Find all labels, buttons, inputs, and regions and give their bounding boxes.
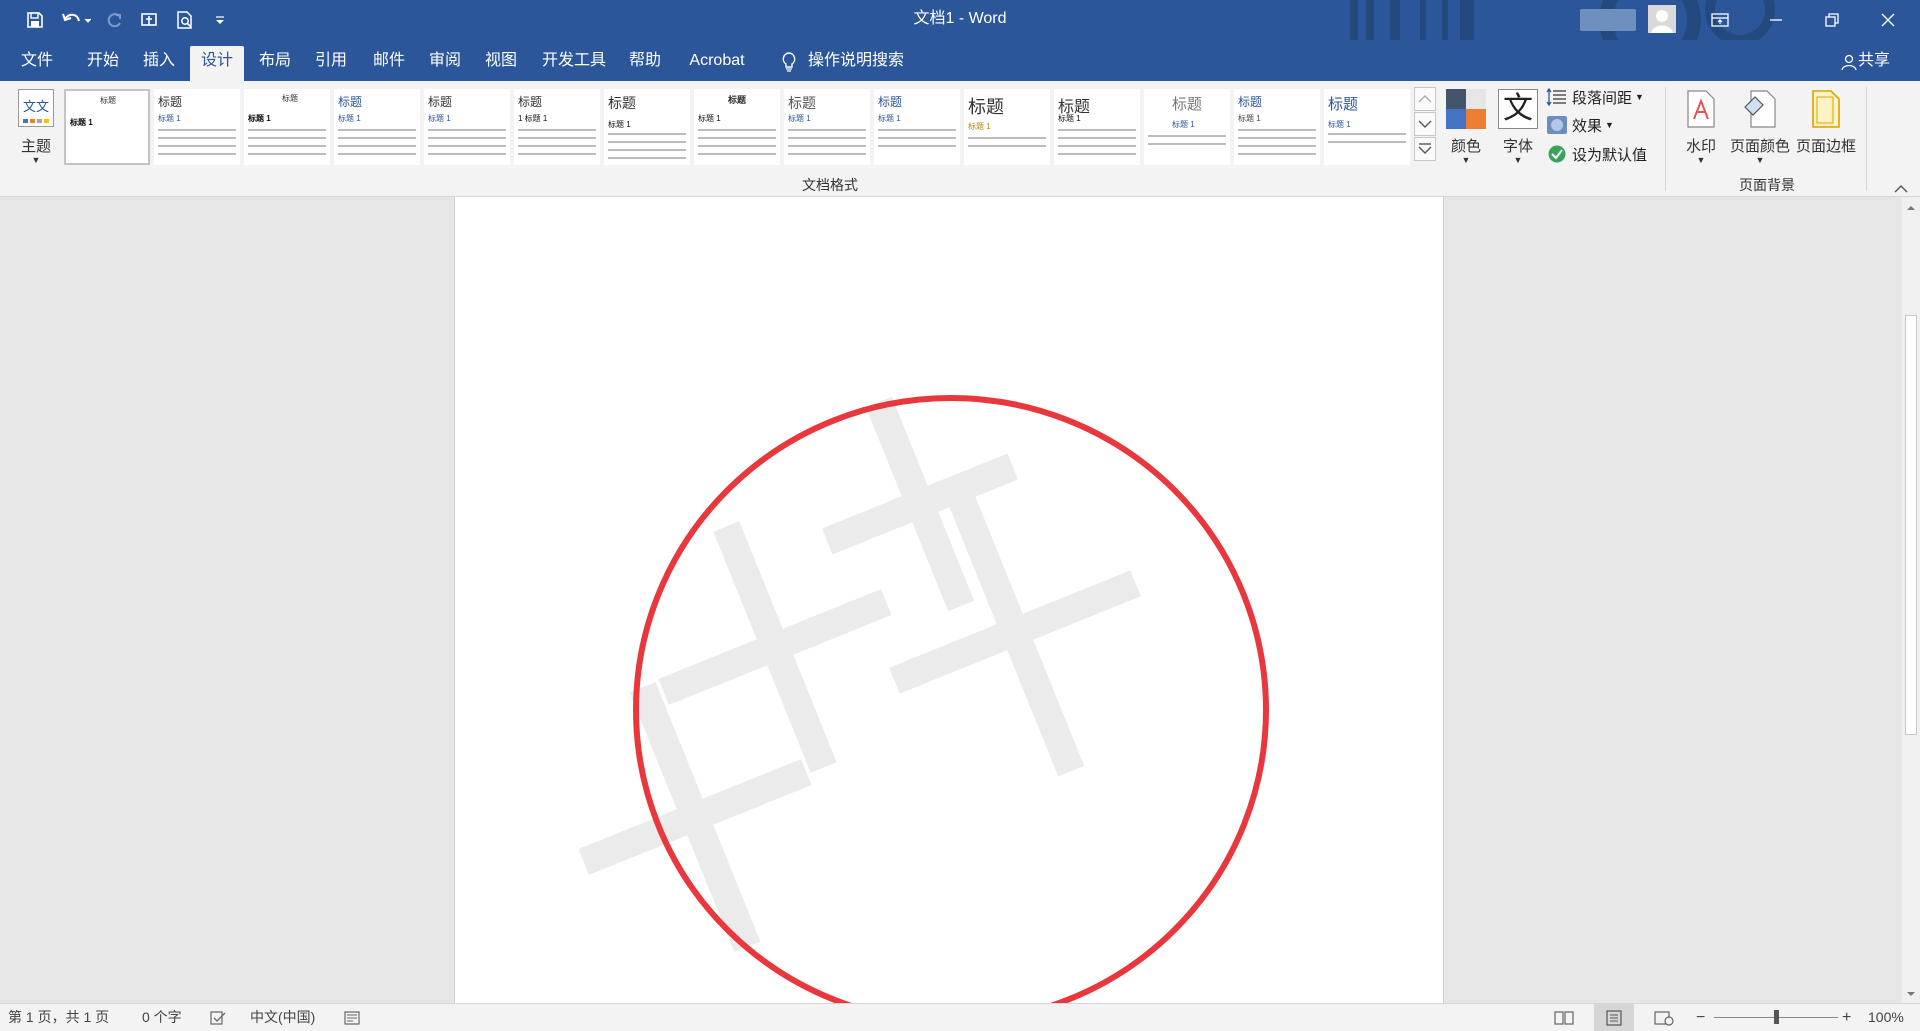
fonts-label: 字体 [1502, 138, 1533, 155]
title-bar: 文档1 - Word [0, 0, 1920, 40]
style-set-thumb[interactable]: 标题 标题 1 [784, 89, 870, 165]
print-layout-icon[interactable] [1594, 1004, 1634, 1031]
macro-recording-icon[interactable] [344, 1004, 360, 1031]
page-color-dropdown-arrow-icon: ▼ [1755, 155, 1765, 165]
watermark-button[interactable]: 水印 ▼ [1684, 87, 1718, 181]
style-set-thumb[interactable]: 标题 标题 1 [154, 89, 240, 165]
account-name[interactable] [1580, 9, 1636, 31]
restore-icon[interactable] [1804, 0, 1860, 40]
document-page[interactable] [454, 197, 1444, 1003]
zoom-slider-thumb[interactable] [1774, 1010, 1779, 1024]
style-set-thumb[interactable]: 标题 1 标题 1 [514, 89, 600, 165]
page-borders-button[interactable]: 页面边框 [1794, 87, 1858, 181]
page-color-label: 页面颜色 [1729, 138, 1790, 155]
web-layout-icon[interactable] [1654, 1004, 1674, 1031]
gallery-scroll-up-icon[interactable] [1414, 87, 1436, 111]
proofing-icon[interactable] [210, 1004, 226, 1031]
tell-me-search[interactable]: 操作说明搜索 [808, 46, 908, 81]
tab-review[interactable]: 审阅 [418, 46, 472, 81]
tab-insert[interactable]: 插入 [132, 46, 186, 81]
lightbulb-icon[interactable] [776, 46, 802, 81]
scroll-thumb[interactable] [1905, 315, 1917, 735]
collapse-ribbon-icon[interactable] [1894, 181, 1908, 193]
style-set-thumb[interactable]: 标题 标题 1 [424, 89, 510, 165]
word-count[interactable]: 0 个字 [142, 1004, 182, 1031]
scroll-down-icon[interactable] [1905, 987, 1917, 999]
gallery-more-icon[interactable] [1414, 137, 1436, 161]
minimize-icon[interactable] [1748, 0, 1804, 40]
language-indicator[interactable]: 中文(中国) [250, 1004, 315, 1031]
style-set-thumb[interactable]: 标题 标题 1 [244, 89, 330, 165]
tab-file[interactable]: 文件 [10, 46, 64, 81]
page-color-button[interactable]: 页面颜色 ▼ [1728, 87, 1792, 181]
status-bar: 第 1 页，共 1 页 0 个字 中文(中国) − + 100% [0, 1003, 1920, 1031]
zoom-out-button[interactable]: − [1696, 1004, 1705, 1031]
zoom-slider[interactable] [1714, 1004, 1838, 1031]
style-set-thumb[interactable]: 标题 标题 1 [964, 89, 1050, 165]
style-set-thumb[interactable]: 标题 标题 1 [694, 89, 780, 165]
scroll-up-icon[interactable] [1905, 201, 1917, 213]
colors-button[interactable]: 颜色 ▼ [1444, 87, 1488, 181]
person-icon[interactable] [1838, 46, 1860, 81]
watermark-graphic [578, 395, 1269, 1003]
style-set-thumb[interactable]: 标题 标题 1 [334, 89, 420, 165]
document-area [0, 197, 1902, 1003]
style-set-thumb[interactable]: 标题 标题 1 [1234, 89, 1320, 165]
colors-label: 颜色 [1450, 138, 1481, 155]
paragraph-spacing-button[interactable]: 段落间距 ▼ [1546, 85, 1644, 109]
page-color-icon [1744, 90, 1776, 128]
paragraph-spacing-icon [1546, 87, 1566, 107]
zoom-level[interactable]: 100% [1868, 1004, 1904, 1031]
colors-icon [1446, 89, 1486, 129]
style-set-thumb[interactable]: 标题 标题 1 [64, 89, 150, 165]
tab-references[interactable]: 引用 [304, 46, 358, 81]
diagonal-watermark-text [578, 396, 1141, 953]
fonts-button[interactable]: 文 字体 ▼ [1496, 87, 1540, 181]
colors-dropdown-arrow-icon: ▼ [1461, 155, 1471, 165]
tab-design[interactable]: 设计 [190, 46, 244, 81]
tab-mailings[interactable]: 邮件 [362, 46, 416, 81]
themes-icon: 文文 [18, 89, 54, 127]
set-as-default-button[interactable]: 设为默认值 [1546, 142, 1647, 166]
style-set-thumb[interactable]: 标题 标题 1 [874, 89, 960, 165]
read-mode-icon[interactable] [1554, 1004, 1574, 1031]
gallery-scroll-down-icon[interactable] [1414, 112, 1436, 136]
ribbon-separator [1665, 87, 1666, 191]
page-count[interactable]: 第 1 页，共 1 页 [8, 1004, 109, 1031]
ribbon-design: 文文 主题 ▼ 标题 标题 1 标题 标题 1 标题 标题 1 标题 标题 1 [0, 81, 1920, 197]
tab-developer[interactable]: 开发工具 [536, 46, 612, 81]
ribbon-separator [1866, 87, 1867, 191]
tab-view[interactable]: 视图 [474, 46, 528, 81]
checkmark-icon [1548, 145, 1566, 163]
ribbon-display-options-icon[interactable] [1692, 0, 1748, 40]
page-borders-icon [1812, 90, 1840, 128]
style-set-thumb[interactable]: 标题 标题 1 [604, 89, 690, 165]
effects-button[interactable]: 效果 ▼ [1546, 113, 1614, 137]
themes-label: 主题 [20, 138, 51, 155]
themes-dropdown-arrow-icon: ▼ [31, 155, 41, 165]
zoom-in-button[interactable]: + [1842, 1004, 1851, 1031]
avatar[interactable] [1648, 5, 1676, 33]
watermark-dropdown-arrow-icon: ▼ [1696, 155, 1706, 165]
style-set-thumb[interactable]: 标题 标题 1 [1324, 89, 1410, 165]
watermark-icon [1687, 90, 1715, 128]
effects-icon [1547, 116, 1567, 134]
tab-acrobat[interactable]: Acrobat [680, 46, 754, 81]
ribbon-tabs: 文件 开始 插入 设计 布局 引用 邮件 审阅 视图 开发工具 帮助 Acrob… [0, 40, 1920, 81]
style-set-thumb[interactable]: 标题 标题 1 [1144, 89, 1230, 165]
document-formatting-group-label: 文档格式 [802, 177, 858, 193]
style-set-thumb[interactable]: 标题 标题 1 [1054, 89, 1140, 165]
fonts-dropdown-arrow-icon: ▼ [1513, 155, 1523, 165]
tab-help[interactable]: 帮助 [618, 46, 672, 81]
watermark-label: 水印 [1685, 138, 1716, 155]
themes-button[interactable]: 文文 主题 ▼ [10, 87, 62, 181]
page-background-group-label: 页面背景 [1739, 177, 1795, 193]
vertical-scrollbar[interactable] [1902, 197, 1920, 1003]
tab-layout[interactable]: 布局 [248, 46, 302, 81]
close-icon[interactable] [1860, 0, 1916, 40]
fonts-icon: 文 [1498, 89, 1538, 129]
share-button[interactable]: 共享 [1858, 46, 1898, 81]
tab-home[interactable]: 开始 [76, 46, 130, 81]
page-borders-label: 页面边框 [1795, 138, 1856, 155]
